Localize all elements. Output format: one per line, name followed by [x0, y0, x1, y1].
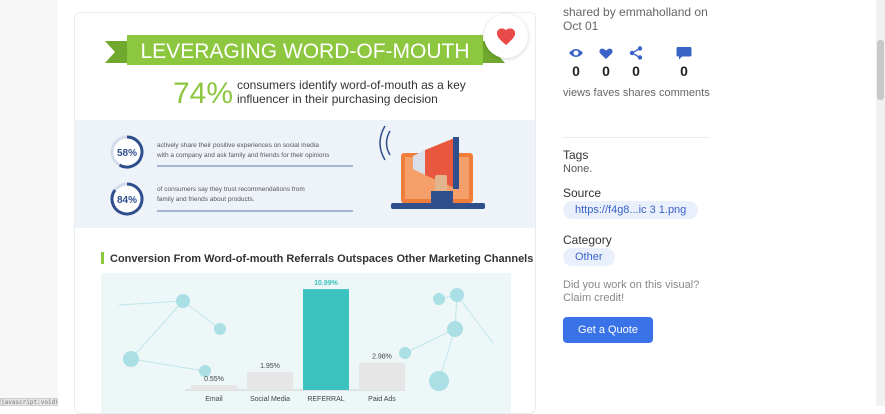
bar-social-media: [247, 372, 293, 390]
headline-line-2: influencer in their purchasing decision: [237, 92, 438, 106]
get-a-quote-button[interactable]: Get a Quote: [563, 317, 653, 343]
tags-value: None.: [563, 163, 593, 175]
left-gutter: [0, 0, 58, 406]
status-bar-url: javascript:void(0): [0, 398, 58, 406]
faves-count: 0: [602, 63, 610, 79]
category-label: Category: [563, 233, 612, 247]
infographic: LEVERAGING WORD-OF-MOUTH 74% consumers i…: [75, 13, 535, 413]
stat-labels: views faves shares comments: [563, 87, 710, 99]
stat1-percent: 58%: [117, 148, 137, 159]
views-count: 0: [572, 63, 580, 79]
comments-count: 0: [680, 63, 688, 79]
heart-icon: [496, 28, 516, 46]
views-stat: 0: [561, 45, 591, 79]
stat2-line-1: of consumers say they trust recommendati…: [157, 186, 305, 193]
bar-paid-ads: [359, 362, 405, 390]
banner-title: LEVERAGING WORD-OF-MOUTH: [141, 40, 470, 63]
stat1-line-2: with a company and ask family and friend…: [156, 152, 330, 159]
bar-value-label: 10.99%: [314, 280, 339, 287]
bar-value-label: 0.55%: [204, 376, 224, 383]
heart-icon: [599, 48, 613, 59]
claim-credit-text[interactable]: Did you work on this visual? Claim credi…: [563, 279, 713, 305]
sidebar-divider: [563, 137, 709, 138]
category-tick-label: Social Media: [250, 396, 290, 403]
category-tick-label: Paid Ads: [368, 396, 396, 403]
comments-stat: 0: [669, 45, 699, 79]
headline-line-1: consumers identify word-of-mouth as a ke…: [237, 78, 466, 92]
comment-icon: [676, 47, 692, 60]
eye-icon: [569, 49, 583, 57]
shares-stat: 0: [621, 45, 651, 79]
bar-value-label: 2.98%: [372, 354, 392, 361]
shares-count: 0: [632, 63, 640, 79]
stat1-line-1: actively share their positive experience…: [157, 142, 319, 149]
tags-label: Tags: [563, 148, 589, 162]
category-chip[interactable]: Other: [563, 248, 615, 266]
source-link[interactable]: https://f4g8...ic 3 1.png: [563, 201, 699, 219]
favorite-button[interactable]: [484, 14, 528, 58]
stat2-percent: 84%: [117, 195, 137, 206]
bar-referral: [303, 289, 349, 390]
shared-by-text: shared by emmaholland on Oct 01: [563, 5, 708, 33]
bar-value-label: 1.95%: [260, 363, 280, 370]
chart-heading: Conversion From Word-of-mouth Referrals …: [110, 253, 533, 265]
category-tick-label: Email: [205, 396, 223, 403]
share-icon: [629, 46, 643, 60]
source-label: Source: [563, 186, 602, 200]
headline-percent: 74%: [173, 77, 233, 110]
bar-email: [191, 384, 237, 390]
faves-stat: 0: [591, 45, 621, 79]
scrollbar-thumb[interactable]: [877, 40, 884, 100]
stat2-line-2: family and friends about products.: [157, 196, 255, 203]
infographic-card[interactable]: LEVERAGING WORD-OF-MOUTH 74% consumers i…: [74, 12, 536, 414]
scrollbar[interactable]: [876, 0, 885, 406]
category-tick-label: REFERRAL: [307, 396, 344, 403]
